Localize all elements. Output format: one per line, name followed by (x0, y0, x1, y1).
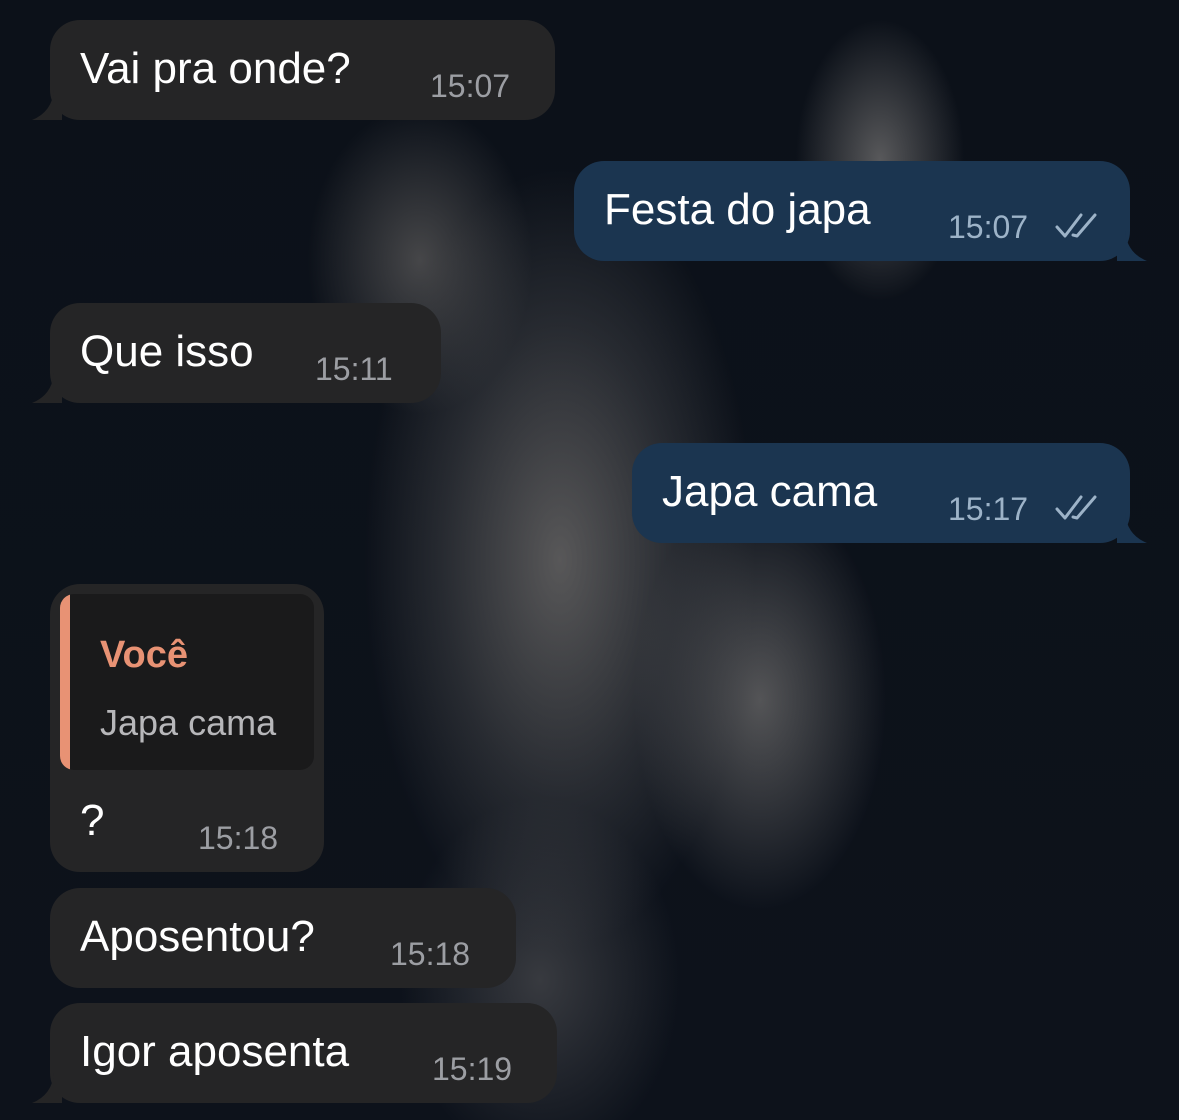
bubble-tail (1117, 513, 1147, 543)
bubble-tail (1117, 231, 1147, 261)
message-time: 15:07 (948, 209, 1029, 245)
message-time: 15:18 (390, 936, 471, 972)
bubble-tail (32, 373, 62, 403)
message-text: Igor aposenta (80, 1027, 350, 1076)
message-time: 15:18 (198, 820, 279, 856)
message-bubble-incoming[interactable]: Que isso 15:11 (50, 303, 441, 403)
message-bubble-outgoing[interactable]: Festa do japa 15:07 (574, 161, 1130, 261)
reply-author: Você (100, 634, 189, 676)
message-text: Festa do japa (604, 185, 871, 234)
message-bubble-incoming[interactable]: Igor aposenta 15:19 (50, 1003, 557, 1103)
message-text: Aposentou? (80, 912, 315, 961)
reply-text: Japa cama (100, 702, 277, 743)
message-time: 15:19 (432, 1051, 513, 1087)
message-text: Japa cama (662, 467, 878, 516)
message-text: Que isso (80, 327, 254, 376)
reply-accent-bar (60, 594, 70, 770)
double-check-icon (1055, 213, 1097, 238)
reply-quote[interactable]: Você Japa cama (60, 594, 314, 770)
message-time: 15:07 (430, 68, 511, 104)
message-time: 15:17 (948, 491, 1029, 527)
message-bubble-outgoing[interactable]: Japa cama 15:17 (632, 443, 1130, 543)
message-bubble-incoming[interactable]: Aposentou? 15:18 (50, 888, 516, 988)
message-bubble-incoming-reply[interactable]: Você Japa cama ? 15:18 (50, 584, 324, 872)
message-text: ? (80, 796, 105, 845)
bubble-tail (32, 1073, 62, 1103)
message-text: Vai pra onde? (80, 44, 351, 93)
message-bubble-incoming[interactable]: Vai pra onde? 15:07 (50, 20, 555, 120)
message-time: 15:11 (315, 351, 393, 387)
double-check-icon (1055, 495, 1097, 520)
bubble-tail (32, 90, 62, 120)
